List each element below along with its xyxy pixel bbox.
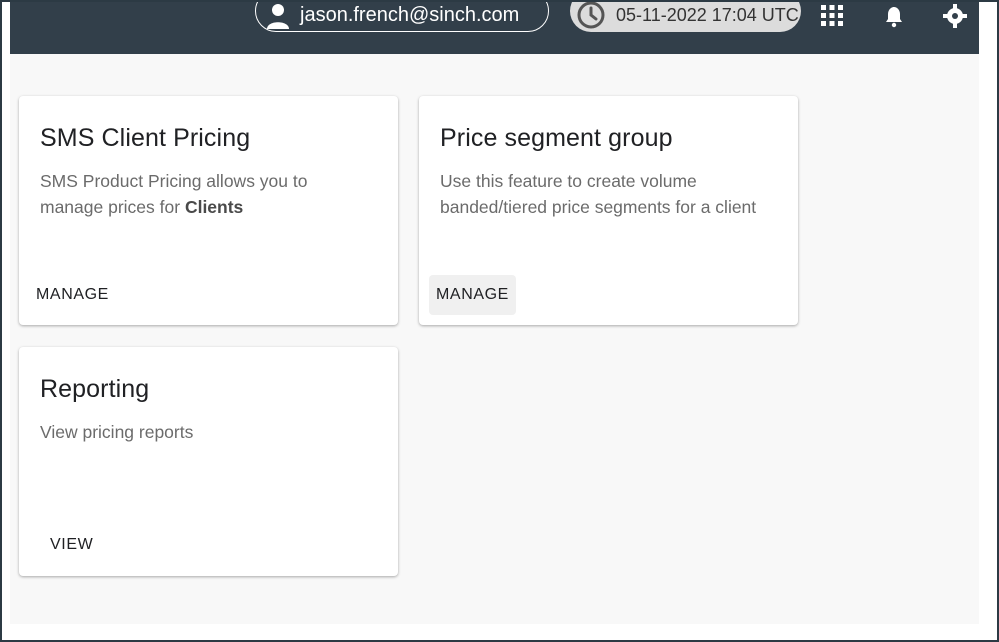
datetime-chip[interactable]: 05-11-2022 17:04 UTC [570, 2, 801, 32]
datetime-text: 05-11-2022 17:04 UTC [616, 4, 799, 25]
view-reporting-button[interactable]: VIEW [43, 525, 100, 565]
card-description: View pricing reports [40, 422, 194, 442]
main-content: SMS Client Pricing SMS Product Pricing a… [10, 54, 979, 624]
gear-icon[interactable] [943, 4, 967, 28]
person-icon [267, 4, 289, 29]
card-reporting: Reporting View pricing reports VIEW [19, 347, 398, 576]
clients-emphasis: Clients [184, 197, 244, 217]
apps-grid-icon[interactable] [820, 4, 844, 26]
card-sms-client-pricing: SMS Client Pricing SMS Product Pricing a… [19, 96, 398, 325]
card-price-segment-group: Price segment group Use this feature to … [419, 96, 798, 325]
bell-icon[interactable] [882, 4, 906, 28]
top-app-bar: jason.french@sinch.com 05-11-2022 17:04 … [10, 2, 979, 54]
manage-sms-client-pricing-button[interactable]: MANAGE [29, 275, 116, 315]
card-title: Price segment group [440, 124, 673, 152]
clock-icon [577, 2, 605, 29]
card-title: SMS Client Pricing [40, 124, 251, 152]
card-description: SMS Product Pricing allows you to manage… [40, 171, 308, 217]
user-email: jason.french@sinch.com [300, 3, 520, 26]
user-account-chip[interactable]: jason.french@sinch.com [255, 2, 549, 32]
card-description: Use this feature to create volume banded… [440, 171, 757, 217]
card-title: Reporting [40, 375, 150, 403]
manage-price-segment-group-button[interactable]: MANAGE [429, 275, 516, 315]
app-window: jason.french@sinch.com 05-11-2022 17:04 … [0, 0, 999, 642]
